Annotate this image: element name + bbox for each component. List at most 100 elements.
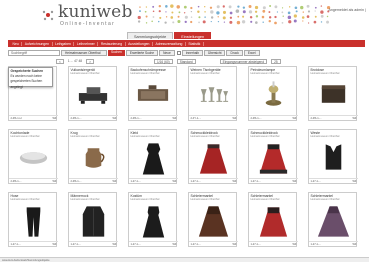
decor-dot bbox=[269, 5, 272, 8]
menu-item-aufzeichnungen[interactable]: Aufzeichnungen bbox=[22, 41, 53, 46]
object-card[interactable]: Hose Heimatmuseum Oberthal 1-27-1-... WF bbox=[8, 192, 58, 247]
menu-item-neu[interactable]: Neu bbox=[10, 41, 23, 46]
main-menu: Neu Aufzeichnungen Leihgaben Leihnehmer … bbox=[8, 40, 365, 47]
object-thumbnail[interactable] bbox=[135, 77, 172, 113]
range-select[interactable]: 1/16 (60) bbox=[153, 58, 173, 64]
card-tag: WF bbox=[112, 242, 117, 246]
card-footer: 1-27-1-... WF bbox=[249, 178, 298, 183]
object-card[interactable]: Vulkanisiergerät Heimatmuseum Oberthal 2-R… bbox=[68, 66, 118, 121]
decor-dot bbox=[268, 11, 271, 14]
inventory-number: 2-RS-1-... bbox=[70, 116, 82, 120]
new-search-button[interactable]: Neue bbox=[159, 49, 175, 56]
card-owner: Heimatmuseum Oberthal bbox=[10, 134, 40, 138]
decor-dot bbox=[306, 15, 310, 18]
object-card[interactable]: Weinen Tisnbgeräte Heimatmuseum Oberthal 2… bbox=[188, 66, 238, 121]
tab-einstellungen[interactable]: Einstellungen bbox=[174, 32, 212, 39]
order-select[interactable]: Eingangsnummer absteigend bbox=[219, 58, 268, 64]
search-input[interactable]: Suchbegriff bbox=[8, 49, 60, 56]
decor-dot bbox=[282, 15, 284, 17]
object-thumbnail[interactable] bbox=[15, 140, 52, 176]
object-thumbnail[interactable] bbox=[75, 203, 112, 239]
object-thumbnail[interactable] bbox=[315, 203, 352, 239]
object-thumbnail[interactable] bbox=[315, 140, 352, 176]
object-card[interactable]: Schmuckkleidrock Heimatmuseum Oberthal 1-2… bbox=[248, 129, 298, 184]
overview-button[interactable]: Übersicht bbox=[204, 49, 226, 56]
user-status[interactable]: Angemeldet als admin | bbox=[329, 8, 367, 12]
decor-dot bbox=[197, 10, 200, 14]
decor-dot bbox=[145, 22, 148, 24]
object-card[interactable]: Kleid Heimatmuseum Oberthal 1-27-1-... WF bbox=[128, 129, 178, 184]
decor-dot bbox=[320, 21, 323, 23]
object-card[interactable]: Weste Heimatmuseum Oberthal 1-27-1-... WF bbox=[308, 129, 358, 184]
main-tabs: Sammlungsobjekte Einstellungen bbox=[127, 32, 212, 40]
object-card[interactable]: Schmuckkleidrock Heimatmuseum Oberthal 1-2… bbox=[188, 129, 238, 184]
menu-item-restaurierung[interactable]: Restaurierung bbox=[98, 41, 126, 46]
object-card[interactable]: Kochtonlade Heimatmuseum Oberthal 2-RS-1-.… bbox=[8, 129, 58, 184]
extended-search-button[interactable]: Erweiterte Suche bbox=[125, 49, 159, 56]
card-footer: 2-FY-1-... WF bbox=[189, 115, 238, 120]
inventory-number: 1-27-1-... bbox=[10, 242, 22, 246]
card-footer: 2-RS-1-... WF bbox=[249, 115, 298, 120]
page-numbers[interactable]: 1 ... 47 48 bbox=[68, 59, 82, 63]
card-footer: 1-27-1-... WF bbox=[309, 178, 358, 183]
object-card[interactable]: Schleiermantel Heimatmuseum Oberthal 1-27-… bbox=[308, 192, 358, 247]
decor-dot bbox=[217, 16, 219, 18]
object-thumbnail[interactable] bbox=[315, 77, 352, 113]
object-thumbnail[interactable] bbox=[195, 77, 232, 113]
decor-dot bbox=[198, 16, 201, 19]
decor-dot bbox=[158, 4, 162, 8]
object-card[interactable]: Schleiermantel Heimatmuseum Oberthal 1-27-… bbox=[248, 192, 298, 247]
search-toolbar: Suchbegriff Heimatmuseum Oberthal Suchen… bbox=[8, 49, 365, 56]
decor-dot bbox=[288, 20, 292, 24]
object-card[interactable]: Männerrock Heimatmuseum Oberthal 1-27-1-..… bbox=[68, 192, 118, 247]
object-thumbnail[interactable] bbox=[195, 140, 232, 176]
per-page-select[interactable]: 25 bbox=[271, 58, 281, 64]
decor-dot bbox=[183, 5, 187, 9]
scope-select[interactable]: Innerhalb bbox=[181, 49, 204, 56]
object-thumbnail[interactable] bbox=[75, 140, 112, 176]
print-button[interactable]: Druck bbox=[226, 49, 243, 56]
object-thumbnail[interactable] bbox=[15, 203, 52, 239]
menu-item-statistik[interactable]: Statistik bbox=[186, 41, 204, 46]
prev-page-button[interactable]: < bbox=[56, 58, 64, 64]
card-owner: Heimatmuseum Oberthal bbox=[130, 197, 160, 201]
sort-select[interactable]: Standard bbox=[176, 58, 196, 64]
card-footer: 1-27-1-... WF bbox=[129, 178, 178, 183]
menu-item-leihgaben[interactable]: Leihgaben bbox=[53, 41, 75, 46]
object-thumbnail[interactable] bbox=[75, 77, 112, 113]
object-card[interactable]: Krug Heimatmuseum Oberthal 2-RS-1-... WF bbox=[68, 129, 118, 184]
decor-dot bbox=[307, 22, 310, 24]
decor-dot bbox=[314, 10, 316, 12]
export-button[interactable]: Excel bbox=[243, 49, 260, 56]
decor-dot bbox=[254, 10, 258, 13]
logo-subtitle: Online-Inventar bbox=[60, 21, 116, 27]
object-thumbnail[interactable] bbox=[255, 77, 292, 113]
tab-sammlungsobjekte[interactable]: Sammlungsobjekte bbox=[127, 32, 174, 39]
card-tag: WF bbox=[352, 116, 357, 120]
next-page-button[interactable]: > bbox=[86, 58, 94, 64]
object-thumbnail[interactable] bbox=[195, 203, 232, 239]
search-button[interactable]: Suchen bbox=[108, 49, 125, 56]
object-card[interactable]: Petroleumlampe Heimatmuseum Oberthal 2-RS-… bbox=[248, 66, 298, 121]
decor-dot bbox=[145, 6, 148, 8]
scope-checkbox[interactable] bbox=[176, 50, 181, 55]
decor-dot bbox=[274, 21, 277, 25]
menu-item-adressverwaltung[interactable]: Adressverwaltung bbox=[153, 41, 186, 46]
collection-select[interactable]: Heimatmuseum Oberthal bbox=[61, 49, 107, 56]
inventory-number: 1-27-1-... bbox=[310, 179, 322, 183]
object-thumbnail[interactable] bbox=[135, 203, 172, 239]
menu-item-leihnehmer[interactable]: Leihnehmer bbox=[74, 41, 99, 46]
menu-item-ausstellungen[interactable]: Ausstellungen bbox=[126, 41, 153, 46]
decor-dot bbox=[229, 20, 233, 24]
object-thumbnail[interactable] bbox=[255, 140, 292, 176]
object-card[interactable]: Schleiermantel Heimatmuseum Oberthal 1-27-… bbox=[188, 192, 238, 247]
decor-dot bbox=[262, 21, 264, 23]
object-thumbnail[interactable] bbox=[255, 203, 292, 239]
logo-title: kuniweb bbox=[58, 2, 133, 22]
object-card[interactable]: Backofenschrämpresse Heimatmuseum Obertha… bbox=[128, 66, 178, 121]
object-card[interactable]: Brotdose Heimatmuseum Oberthal 2-RS-1-... W… bbox=[308, 66, 358, 121]
decor-dot bbox=[314, 15, 317, 18]
decor-dot bbox=[235, 9, 240, 13]
object-thumbnail[interactable] bbox=[135, 140, 172, 176]
object-card[interactable]: Kostüm Heimatmuseum Oberthal 1-27-1-... WF bbox=[128, 192, 178, 247]
